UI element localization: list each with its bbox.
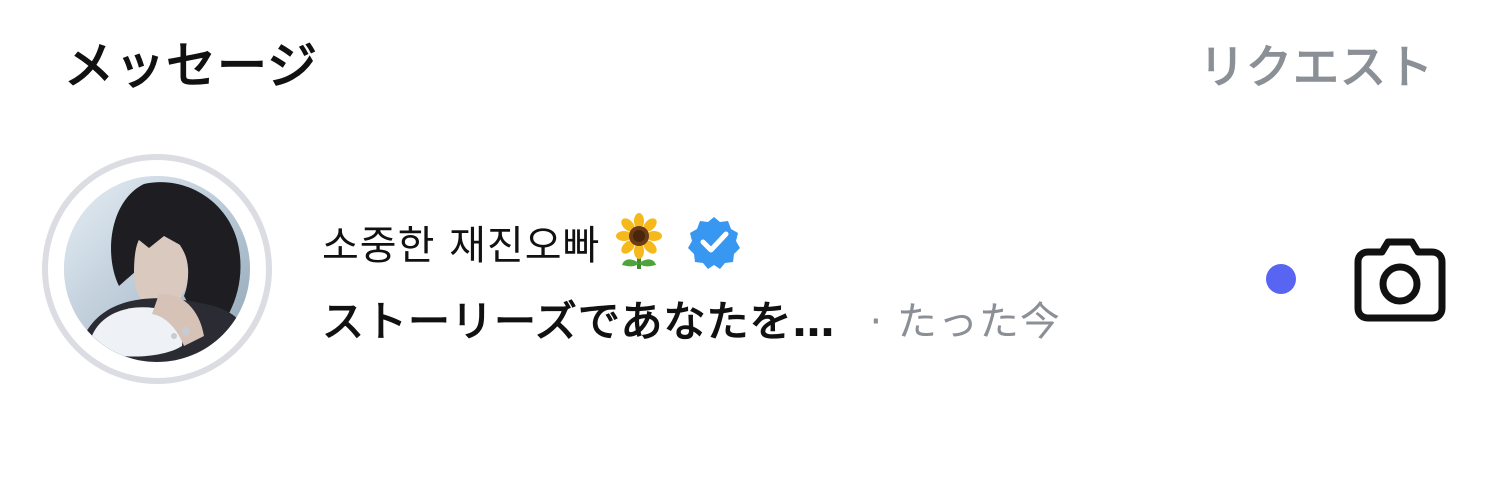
- unread-indicator: [1266, 264, 1296, 294]
- thread-preview-row: ストーリーズであなたを… · たった今: [322, 288, 1061, 348]
- page-title: メッセージ: [64, 37, 318, 95]
- avatar-image: [64, 176, 250, 362]
- avatar[interactable]: [64, 176, 250, 362]
- verified-badge-icon: [686, 214, 742, 270]
- message-preview: ストーリーズであなたを…: [322, 296, 836, 346]
- camera-button[interactable]: [1352, 236, 1448, 326]
- messages-header: メッセージ リクエスト: [0, 0, 1500, 130]
- camera-icon: [1354, 238, 1446, 322]
- requests-link[interactable]: リクエスト: [1199, 31, 1434, 97]
- thread-name-row: 소중한 재진오빠: [322, 210, 742, 274]
- message-thread-row[interactable]: 소중한 재진오빠 ストーリーズであなたを… · たった今: [0, 140, 1500, 430]
- sunflower-icon: [610, 213, 668, 271]
- contact-name: 소중한 재진오빠: [322, 223, 601, 269]
- message-timestamp: · たった今: [869, 299, 1061, 345]
- story-ring: [42, 154, 272, 384]
